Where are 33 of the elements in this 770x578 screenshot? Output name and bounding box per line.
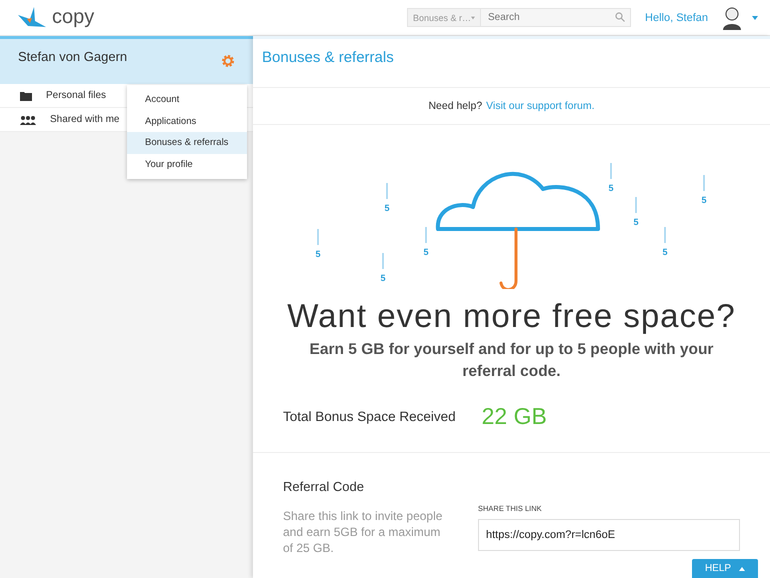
raindrop-bonus: 5 bbox=[424, 227, 428, 257]
logo-text: copy bbox=[52, 6, 94, 29]
raindrop-bonus: 5 bbox=[608, 163, 614, 193]
caret-icon bbox=[471, 16, 476, 20]
avatar-icon[interactable] bbox=[722, 6, 742, 30]
menu-item[interactable]: Account bbox=[127, 89, 247, 110]
page-title: Bonuses & referrals bbox=[253, 36, 770, 88]
raindrop-bonus: 5 bbox=[384, 183, 390, 213]
search-icon bbox=[615, 12, 626, 22]
bonus-value: 22 GB bbox=[482, 403, 547, 430]
raindrop-bonus: 5 bbox=[662, 227, 668, 257]
caret-up-icon bbox=[739, 566, 746, 570]
help-text: Need help? bbox=[428, 100, 482, 112]
people-icon bbox=[20, 114, 36, 124]
raindrop-bonus: 5 bbox=[316, 229, 320, 259]
referral-description: Share this link to invite people and earn 5GB for a maximum of 25 GB. bbox=[283, 508, 444, 556]
settings-icon[interactable] bbox=[221, 54, 235, 68]
raindrop-bonus: 5 bbox=[634, 197, 638, 227]
referral-link-field[interactable]: https://copy.com?r=lcn6oE bbox=[478, 519, 740, 551]
headline: Want even more free space? bbox=[286, 297, 737, 335]
bonus-label: Total Bonus Space Received bbox=[283, 409, 456, 424]
user-name: Stefan von Gagern bbox=[18, 49, 128, 64]
raindrop-bonus: 5 bbox=[702, 175, 706, 205]
referral-title: Referral Code bbox=[282, 478, 365, 496]
raindrop-bonus: 5 bbox=[380, 253, 386, 283]
caret-icon[interactable] bbox=[752, 16, 758, 20]
search-field[interactable]: Search bbox=[481, 8, 632, 27]
menu-item[interactable]: Applications bbox=[127, 110, 247, 132]
menu-item[interactable]: Your profile bbox=[127, 154, 247, 175]
subline: Earn 5 GB for yourself and for up to 5 people with your referral code. bbox=[308, 340, 714, 382]
folder-icon bbox=[20, 90, 32, 100]
menu-item[interactable]: Bonuses & referrals bbox=[127, 132, 247, 154]
paper-crane-logo-icon bbox=[18, 6, 48, 28]
